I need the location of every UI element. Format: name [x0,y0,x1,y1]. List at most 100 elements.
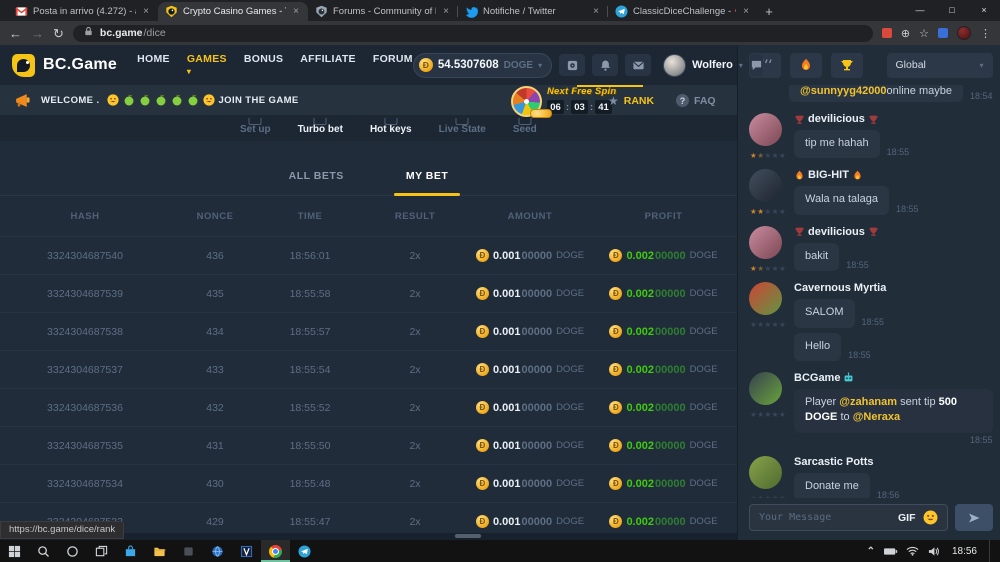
bet-row[interactable]: 332430468753743318:55:542xÐ0.00100000DOG… [0,350,737,388]
profit-unit: DOGE [690,516,718,527]
tab-close-icon[interactable]: × [141,6,151,17]
bet-row[interactable]: 332430468753943518:55:582xÐ0.00100000DOG… [0,274,737,312]
free-spin-widget[interactable]: Next Free Spin 06 : 03 : 41 [511,86,616,117]
balance-selector[interactable]: Ð 54.5307608 DOGE ▾ [413,53,552,78]
flame-button[interactable] [790,53,822,78]
battery-icon[interactable] [883,547,898,556]
bet-row[interactable]: 332430468754043618:56:012xÐ0.00100000DOG… [0,236,737,274]
bet-row[interactable]: 332430468753443018:55:482xÐ0.00100000DOG… [0,464,737,502]
taskbar-visual-studio-icon[interactable] [232,540,261,562]
game-tool-turbo-bet[interactable]: Turbo bet [298,122,343,135]
game-tool-hot-keys[interactable]: Hot keys [370,122,412,135]
url-path: /dice [144,27,166,39]
cell-profit: Ð0.00200000DOGE [609,515,717,528]
game-tool-set-up[interactable]: Set up [240,122,271,135]
bet-row[interactable]: 332430468753643218:55:522xÐ0.00100000DOG… [0,388,737,426]
taskbar-start-icon[interactable] [0,540,29,562]
spin-label: Next Free Spin [547,86,616,97]
game-tool-seed[interactable]: Seed [513,122,537,135]
taskbar-task-view-icon[interactable] [87,540,116,562]
user-mention[interactable]: @Neraxa [853,411,900,423]
send-message-button[interactable] [955,504,993,531]
volume-icon[interactable] [927,546,940,557]
user-menu[interactable]: Wolfero ▾ [663,54,743,77]
wifi-icon[interactable] [906,546,919,556]
tab-my-bet[interactable]: MY BET [406,170,448,182]
tab-close-icon[interactable]: × [291,6,301,17]
nav-item-affiliate[interactable]: AFFILIATE [300,53,356,77]
address-bar[interactable]: bc.game/dice [73,25,873,42]
back-icon[interactable]: ← [9,27,22,40]
clock[interactable]: 18:56 [948,546,981,557]
extension-red-icon[interactable] [882,28,892,38]
nav-item-forum[interactable]: FORUM [373,53,413,77]
nav-item-games[interactable]: GAMES ▾ [187,53,227,77]
browser-profile-avatar[interactable] [957,26,971,40]
bet-row[interactable]: 332430468753843418:55:572xÐ0.00100000DOG… [0,312,737,350]
profit-unit: DOGE [690,402,718,413]
bcgame-logo-icon[interactable] [12,54,35,77]
menu-dots-icon[interactable]: ⋮ [980,27,991,40]
close-button[interactable]: × [968,0,1000,20]
message-bubble: Hello [794,333,841,361]
cell-result: 2x [409,364,420,376]
doge-coin-icon: Ð [609,249,622,262]
browser-tab[interactable]: Crypto Casino Games - The 8 Be× [158,2,308,21]
gif-button[interactable]: GIF [898,512,916,524]
reload-icon[interactable]: ↻ [53,27,64,40]
flame-icon [852,170,863,181]
chat-channel-selector[interactable]: Global ▾ [887,53,993,78]
browser-tab[interactable]: Notifiche / Twitter× [458,2,608,21]
minimize-button[interactable]: — [904,0,936,20]
faq-link[interactable]: ? FAQ [676,94,716,107]
taskbar-explorer-icon[interactable] [145,540,174,562]
new-tab-button[interactable]: + [758,2,780,21]
amount-unit: DOGE [556,364,584,375]
tray-expand-icon[interactable]: ⌃ [867,546,875,557]
rank-link[interactable]: ★ RANK [608,94,654,108]
scrollbar-thumb[interactable] [455,534,481,538]
bet-row[interactable]: 332430468753543118:55:502xÐ0.00100000DOG… [0,426,737,464]
maximize-button[interactable]: □ [936,0,968,20]
taskbar-cortana-icon[interactable] [58,540,87,562]
tab-close-icon[interactable]: × [441,6,451,17]
message-time: 18:55 [848,350,871,361]
tab-all-bets[interactable]: ALL BETS [289,170,344,182]
browser-tab[interactable]: Posta in arrivo (4.272) - andreaja× [8,2,158,21]
taskbar-store-icon[interactable] [116,540,145,562]
amount-unit: DOGE [556,288,584,299]
bookmark-star-icon[interactable]: ☆ [919,27,929,40]
tab-close-icon[interactable]: × [591,6,601,17]
emoji-picker-icon[interactable] [923,510,938,525]
taskbar-search-icon[interactable] [29,540,58,562]
twitter-icon [465,5,478,18]
taskbar-telegram-icon[interactable] [290,540,319,562]
browser-tab[interactable]: Forums - Community of BC.Gam× [308,2,458,21]
browser-tab[interactable]: ClassicDiceChallenge - Annou× [608,2,758,21]
taskbar-chrome-icon[interactable] [261,540,290,562]
game-tool-live-state[interactable]: Live State [439,122,486,135]
taskbar-browser-blue-icon[interactable] [203,540,232,562]
extension-blue-icon[interactable] [938,28,948,38]
user-mention[interactable]: @sunnyyg42000 [800,85,887,97]
forward-icon[interactable]: → [31,27,44,40]
cell-nonce: 432 [206,402,224,414]
tab-close-icon[interactable]: × [741,6,751,17]
target-icon[interactable]: ⊕ [901,27,910,40]
vault-button[interactable] [559,54,585,76]
trophy-button[interactable] [831,53,863,78]
mail-button[interactable] [625,54,651,76]
chat-input-box[interactable]: GIF [749,504,948,531]
apple-icon [123,94,135,106]
nav-item-home[interactable]: HOME [137,53,170,77]
user-mention[interactable]: @zahanam [839,396,897,408]
taskbar-app-dark-icon[interactable] [174,540,203,562]
profit-unit: DOGE [690,364,718,375]
chat-message-input[interactable] [759,512,891,523]
chat-toggle-button[interactable] [750,54,763,76]
site-logo-text[interactable]: BC.Game [43,56,117,74]
nav-item-bonus[interactable]: BONUS [244,53,283,77]
cell-nonce: 429 [206,516,224,528]
show-desktop-button[interactable] [989,540,994,562]
bell-button[interactable] [592,54,618,76]
